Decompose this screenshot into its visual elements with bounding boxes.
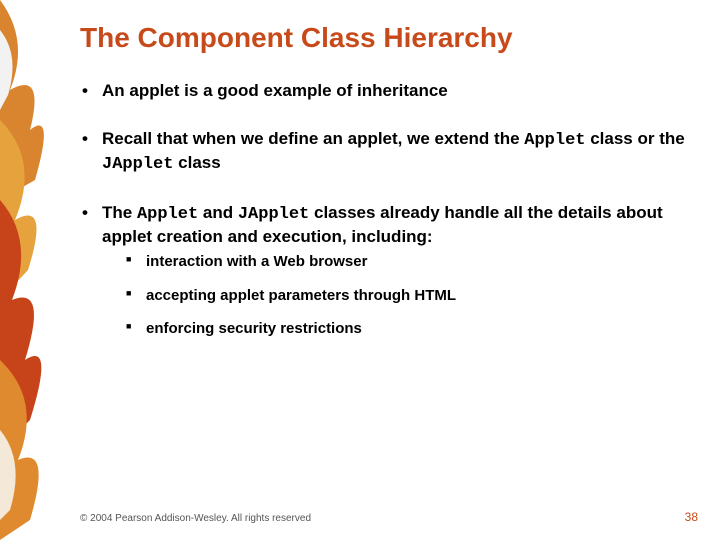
bullet-2-text-a: Recall that when we define an applet, we… [102, 129, 524, 148]
slide-title: The Component Class Hierarchy [80, 22, 690, 54]
code-japplet: JApplet [102, 155, 173, 174]
bullet-2: Recall that when we define an applet, we… [80, 128, 690, 176]
code-japplet-2: JApplet [238, 205, 309, 224]
sub-bullet-1: interaction with a Web browser [126, 252, 690, 272]
bullet-2-text-b: class or the [585, 129, 684, 148]
bullet-1: An applet is a good example of inheritan… [80, 80, 690, 102]
bullet-3-text-b: and [198, 203, 238, 222]
sub-bullet-2: accepting applet parameters through HTML [126, 286, 690, 306]
leaf-decoration [0, 0, 60, 540]
page-number: 38 [685, 510, 698, 524]
bullet-2-text-c: class [173, 153, 220, 172]
code-applet-2: Applet [137, 205, 198, 224]
sub-bullet-3: enforcing security restrictions [126, 319, 690, 339]
bullet-3-text-a: The [102, 203, 137, 222]
bullet-3: The Applet and JApplet classes already h… [80, 202, 690, 339]
copyright-footer: © 2004 Pearson Addison-Wesley. All right… [80, 513, 311, 524]
code-applet: Applet [524, 131, 585, 150]
